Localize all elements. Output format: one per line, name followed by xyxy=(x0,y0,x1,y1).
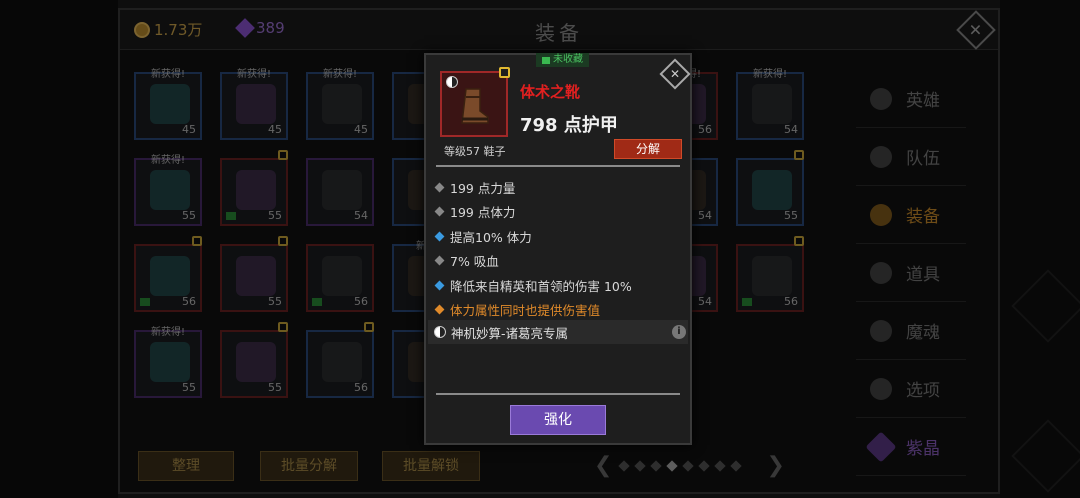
set-row[interactable]: 神机妙算-诸葛亮专属 i xyxy=(428,320,688,344)
collect-tag[interactable]: 未收藏 xyxy=(536,53,589,67)
stat-text: 降低来自精英和首领的伤害 10% xyxy=(450,278,632,294)
stat-text: 199 点力量 xyxy=(450,180,516,196)
stat-line: 降低来自精英和首领的伤害 10% xyxy=(434,273,684,298)
diamond-bullet-icon xyxy=(434,206,445,217)
stat-line: 199 点体力 xyxy=(434,200,684,225)
stat-line: 提高10% 体力 xyxy=(434,224,684,249)
stat-text: 提高10% 体力 xyxy=(450,229,532,245)
book-icon xyxy=(542,56,550,64)
stat-text: 199 点体力 xyxy=(450,205,516,221)
yin-yang-icon xyxy=(446,76,458,88)
stat-line: 199 点力量 xyxy=(434,175,684,200)
stat-text: 7% 吸血 xyxy=(450,254,499,270)
salvage-button[interactable]: 分解 xyxy=(614,139,682,159)
set-name: 神机妙算-诸葛亮专属 xyxy=(451,325,569,341)
info-icon[interactable]: i xyxy=(672,325,686,339)
diamond-bullet-icon xyxy=(434,231,445,242)
lock-icon[interactable] xyxy=(499,67,510,78)
item-icon-frame xyxy=(440,67,510,137)
diamond-bullet-icon xyxy=(434,304,445,315)
diamond-bullet-icon xyxy=(434,255,445,266)
boots-icon xyxy=(461,88,489,124)
item-armor: 798 点护甲 xyxy=(520,115,618,136)
stat-text: 体力属性同时也提供伤害值 xyxy=(450,303,601,319)
stat-line: 7% 吸血 xyxy=(434,249,684,274)
enhance-button[interactable]: 强化 xyxy=(510,405,606,435)
item-name: 体术之靴 xyxy=(520,83,581,101)
divider xyxy=(436,393,680,395)
diamond-bullet-icon xyxy=(434,182,445,193)
stat-list: 199 点力量 199 点体力 提高10% 体力 7% 吸血降低来自精英和首领的伤害 … xyxy=(434,175,684,323)
collect-tag-label: 未收藏 xyxy=(553,54,583,65)
diamond-bullet-icon xyxy=(434,280,445,291)
popup-close-button[interactable]: ✕ xyxy=(659,58,691,90)
stat-line: 体力属性同时也提供伤害值 xyxy=(434,298,684,323)
item-level-type: 等级57 鞋子 xyxy=(444,145,506,158)
item-detail-popup: 未收藏 ✕ 体术之靴 798 点护甲 等级57 鞋子 分解 199 点力量 199… xyxy=(424,53,692,445)
close-icon: ✕ xyxy=(669,67,681,81)
divider xyxy=(436,165,680,167)
game-screen: { "currency": {"gold": "1.73万", "gems": … xyxy=(0,0,1080,498)
yin-yang-icon xyxy=(434,326,446,338)
